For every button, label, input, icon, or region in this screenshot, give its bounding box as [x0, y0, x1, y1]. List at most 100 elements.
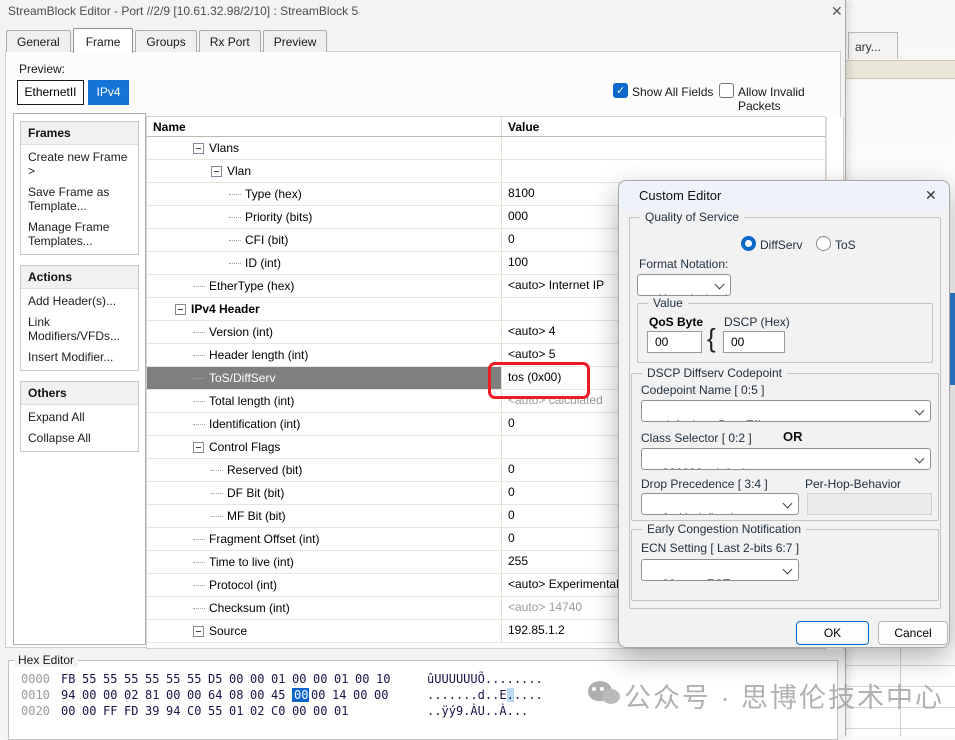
- tab-frame[interactable]: Frame: [73, 28, 134, 53]
- ok-button[interactable]: OK: [796, 621, 869, 645]
- qos-byte-label: QoS Byte: [649, 315, 703, 329]
- sidebar-item-expand-all[interactable]: Expand All: [21, 405, 138, 426]
- field-name-cell: Checksum (int): [147, 597, 502, 619]
- tree-connector: [193, 378, 205, 379]
- sidebar-item-save-frame-as-template[interactable]: Save Frame as Template...: [21, 180, 138, 215]
- field-name-cell: Total length (int): [147, 390, 502, 412]
- tree-connector: [211, 516, 223, 517]
- ecn-setting-select[interactable]: 00 : not-ECT: [641, 559, 799, 581]
- field-value-cell[interactable]: [502, 160, 825, 182]
- dscp-group-label: DSCP Diffserv Codepoint: [642, 366, 787, 380]
- preview-label: Preview:: [19, 62, 65, 76]
- preview-button-ethernetii[interactable]: EthernetII: [17, 80, 84, 105]
- chevron-down-icon: [715, 280, 725, 290]
- sidebar-item-add-header-s[interactable]: Add Header(s)...: [21, 289, 138, 310]
- collapse-icon[interactable]: [193, 442, 204, 453]
- tree-connector: [193, 355, 205, 356]
- field-value-cell[interactable]: [502, 137, 825, 159]
- tab-strip: GeneralFrameGroupsRx PortPreview: [6, 27, 329, 52]
- tos-radio[interactable]: [816, 236, 831, 251]
- sidebar: FramesCreate new Frame >Save Frame as Te…: [13, 113, 146, 645]
- column-header-name[interactable]: Name: [147, 117, 502, 136]
- hex-offset: 0000: [21, 672, 50, 686]
- custom-editor-dialog: Custom Editor ✕ Quality of Service DiffS…: [618, 180, 950, 648]
- allow-invalid-packets-label: Allow Invalid Packets: [738, 85, 840, 113]
- field-name: Protocol (int): [209, 578, 277, 592]
- field-name-cell: Vlans: [147, 137, 502, 159]
- tab-preview[interactable]: Preview: [263, 30, 328, 52]
- tab-rx-port[interactable]: Rx Port: [199, 30, 261, 52]
- tree-connector: [229, 263, 241, 264]
- tab-general[interactable]: General: [6, 30, 71, 52]
- sidebar-item-collapse-all[interactable]: Collapse All: [21, 426, 138, 451]
- sidebar-section-title: Frames: [21, 122, 138, 145]
- codepoint-name-select[interactable]: default : Best Effort: [641, 400, 931, 422]
- allow-invalid-packets-checkbox[interactable]: [719, 83, 734, 98]
- dialog-titlebar: Custom Editor ✕: [619, 181, 949, 211]
- field-name-cell: MF Bit (bit): [147, 505, 502, 527]
- drop-precedence-select[interactable]: 0 : Undefined: [641, 493, 799, 515]
- diffserv-radio-label[interactable]: DiffServ: [760, 238, 802, 252]
- hex-bytes[interactable]: 0000FFFD3994C0550102C0000001: [61, 704, 355, 718]
- watermark-text: 公众号 · 思博伦技术中心: [624, 676, 944, 715]
- value-group-label: Value: [648, 296, 688, 310]
- tree-connector: [211, 493, 223, 494]
- field-name: Time to live (int): [209, 555, 294, 569]
- background-partial-tab[interactable]: ary...: [848, 32, 898, 59]
- field-name-cell: Fragment Offset (int): [147, 528, 502, 550]
- field-name: Type (hex): [245, 187, 302, 201]
- field-name: DF Bit (bit): [227, 486, 284, 500]
- hex-offset: 0020: [21, 704, 50, 718]
- sidebar-item-link-modifiers-vfds[interactable]: Link Modifiers/VFDs...: [21, 310, 138, 345]
- chevron-down-icon: [915, 454, 925, 464]
- sidebar-section-title: Actions: [21, 266, 138, 289]
- tos-radio-label[interactable]: ToS: [835, 238, 856, 252]
- qos-byte-input[interactable]: 00: [647, 331, 702, 353]
- field-name-cell: Control Flags: [147, 436, 502, 458]
- tree-connector: [193, 585, 205, 586]
- collapse-icon[interactable]: [193, 143, 204, 154]
- background-toolbar-strip: [845, 60, 955, 79]
- cancel-button[interactable]: Cancel: [878, 621, 948, 645]
- collapse-icon[interactable]: [193, 626, 204, 637]
- background-blue-strip: [950, 293, 955, 385]
- preview-button-ipv4[interactable]: IPv4: [88, 80, 129, 105]
- sidebar-item-create-new-frame[interactable]: Create new Frame >: [21, 145, 138, 180]
- titlebar: StreamBlock Editor - Port //2/9 [10.61.3…: [0, 0, 845, 26]
- qos-group-label: Quality of Service: [640, 210, 744, 224]
- table-row[interactable]: Vlans: [147, 137, 825, 160]
- hex-editor-label: Hex Editor: [14, 653, 78, 667]
- tab-groups[interactable]: Groups: [135, 30, 196, 52]
- hex-bytes[interactable]: 94000002810000640800450000140000: [61, 688, 395, 702]
- tree-connector: [193, 286, 205, 287]
- chevron-down-icon: [915, 406, 925, 416]
- format-notation-select[interactable]: Hexadecimal: [637, 274, 731, 296]
- wechat-icon: [588, 679, 624, 713]
- class-selector-select[interactable]: 000000 : default: [641, 448, 931, 470]
- field-name: MF Bit (bit): [227, 509, 286, 523]
- field-name: IPv4 Header: [191, 302, 260, 316]
- sidebar-item-insert-modifier[interactable]: Insert Modifier...: [21, 345, 138, 370]
- dialog-close-icon[interactable]: ✕: [925, 187, 937, 204]
- or-label: OR: [783, 429, 803, 444]
- field-name-cell: CFI (bit): [147, 229, 502, 251]
- sidebar-item-manage-frame-templates[interactable]: Manage Frame Templates...: [21, 215, 138, 254]
- field-name-cell: Source: [147, 620, 502, 642]
- tree-connector: [229, 217, 241, 218]
- show-all-fields-checkbox[interactable]: [613, 83, 628, 98]
- field-name: ToS/DiffServ: [209, 371, 275, 385]
- window-close-icon[interactable]: ✕: [831, 3, 843, 20]
- dscp-hex-input[interactable]: 00: [723, 331, 785, 353]
- field-name-cell: Version (int): [147, 321, 502, 343]
- tree-connector: [229, 240, 241, 241]
- diffserv-radio[interactable]: [741, 236, 756, 251]
- collapse-icon[interactable]: [211, 166, 222, 177]
- column-header-value[interactable]: Value: [502, 117, 825, 136]
- hex-bytes[interactable]: FB555555555555D50000010000010010: [61, 672, 397, 686]
- hex-ascii: .......d..E.....: [427, 688, 543, 702]
- tree-connector: [193, 539, 205, 540]
- field-name-cell: Header length (int): [147, 344, 502, 366]
- field-name: Control Flags: [209, 440, 280, 454]
- collapse-icon[interactable]: [175, 304, 186, 315]
- per-hop-behavior-field: [807, 493, 932, 515]
